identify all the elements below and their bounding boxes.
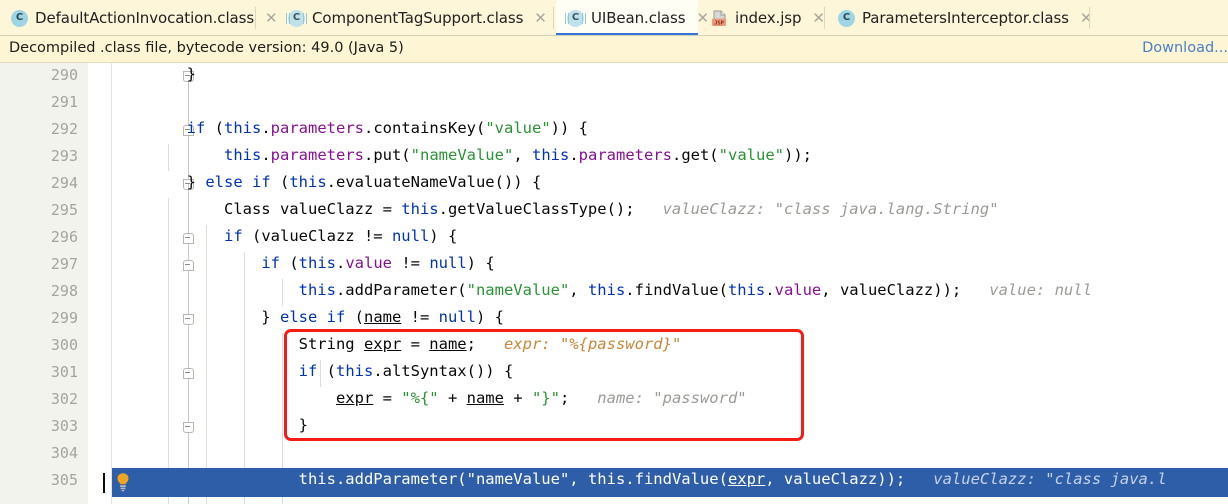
code-line[interactable]: if (this.parameters.containsKey("value")… — [112, 117, 1228, 144]
code-line[interactable] — [112, 90, 1228, 117]
text-caret — [103, 473, 105, 493]
line-number: 293 — [50, 147, 78, 165]
line-number: 296 — [50, 228, 78, 246]
tab-label: UIBean.class — [591, 9, 686, 27]
inlay-hint: name: "password" — [597, 389, 747, 407]
close-icon[interactable]: ✕ — [265, 10, 278, 26]
tab-defaultactioninvocation-class[interactable]: C DefaultActionInvocation.class ✕ — [0, 0, 278, 36]
code-folding-gutter[interactable] — [88, 63, 194, 504]
code-surface[interactable]: } if (this.parameters.containsKey("value… — [103, 63, 1228, 504]
inlay-hint: valueClazz: "class java.lang.String" — [662, 200, 999, 218]
tab-divider — [1089, 7, 1090, 29]
code-line[interactable]: } — [112, 63, 1228, 90]
line-number: 297 — [50, 255, 78, 273]
line-number: 294 — [50, 174, 78, 192]
line-number: 291 — [50, 93, 78, 111]
line-number: 303 — [50, 417, 78, 435]
code-line[interactable]: expr = "%{" + name + "}"; name: "passwor… — [112, 387, 1228, 414]
code-line[interactable]: if (valueClazz != null) { — [112, 225, 1228, 252]
tab-label: ParametersInterceptor.class — [862, 9, 1069, 27]
code-line-text: String expr = name; expr: "%{password}" — [112, 335, 682, 353]
line-number: 305 — [50, 471, 78, 489]
line-number: 299 — [50, 309, 78, 327]
download-sources-link[interactable]: Download... — [1142, 40, 1228, 56]
tab-label: ComponentTagSupport.class — [312, 9, 524, 27]
line-number: 302 — [50, 390, 78, 408]
code-line-text: expr = "%{" + name + "}"; name: "passwor… — [335, 389, 747, 407]
code-line-text: } else if (this.evaluateNameValue()) { — [112, 173, 542, 191]
close-icon[interactable]: ✕ — [534, 10, 547, 26]
java-class-icon: C — [838, 9, 855, 27]
line-number: 300 — [50, 336, 78, 354]
code-line-text: Class valueClazz = this.getValueClassTyp… — [112, 200, 999, 218]
tab-label: index.jsp — [735, 9, 802, 27]
java-class-decompiled-icon: C — [565, 9, 586, 27]
code-line[interactable]: String expr = name; expr: "%{password}" — [112, 333, 1228, 360]
code-line-text: } — [112, 65, 196, 83]
code-line-text: if (valueClazz != null) { — [223, 227, 458, 245]
tab-uibean-class[interactable]: C UIBean.class ✕ — [556, 0, 709, 36]
code-line-selected[interactable]: this.addParameter("nameValue", this.find… — [112, 468, 1228, 497]
code-line-text: } else if (name != null) { — [112, 308, 504, 326]
tab-index-jsp[interactable]: JSP index.jsp ✕ — [700, 0, 825, 36]
code-line-text: } — [112, 416, 308, 434]
line-number-gutter: 290 291 292 293 294 295 296 297 298 299 … — [0, 63, 88, 504]
code-line-text: if (this.parameters.containsKey("value")… — [186, 119, 588, 137]
code-line[interactable]: if (this.value != null) { — [112, 252, 1228, 279]
decompiled-notification-bar: Decompiled .class file, bytecode version… — [0, 36, 1228, 63]
code-line[interactable]: this.addParameter("nameValue", this.find… — [112, 279, 1228, 306]
line-number: 304 — [50, 444, 78, 462]
line-number: 298 — [50, 282, 78, 300]
code-line-text: this.parameters.put("nameValue", this.pa… — [223, 146, 812, 164]
tab-divider — [824, 7, 825, 29]
inlay-hint: valueClazz: "class java.l — [933, 470, 1167, 488]
code-line[interactable]: this.parameters.put("nameValue", this.pa… — [112, 144, 1228, 171]
code-line-text: this.addParameter("nameValue", this.find… — [298, 470, 1167, 488]
line-number: 292 — [50, 120, 78, 138]
jsp-file-icon: JSP — [711, 10, 728, 27]
code-line-text: this.addParameter("nameValue", this.find… — [298, 281, 1092, 299]
tab-divider — [255, 7, 256, 29]
intention-bulb-icon[interactable] — [114, 472, 132, 492]
code-line[interactable] — [112, 441, 1228, 468]
tab-label: DefaultActionInvocation.class — [35, 9, 255, 27]
code-line-text: if (this.value != null) { — [261, 254, 495, 272]
code-line[interactable]: Class valueClazz = this.getValueClassTyp… — [112, 198, 1228, 225]
java-class-icon: C — [11, 9, 28, 27]
close-icon[interactable]: ✕ — [1080, 10, 1093, 26]
line-number: 295 — [50, 201, 78, 219]
inlay-hint-highlighted: expr: "%{password}" — [503, 335, 682, 353]
code-line[interactable]: if (this.altSyntax()) { — [112, 360, 1228, 387]
line-number: 301 — [50, 363, 78, 381]
code-line[interactable]: } else if (name != null) { — [112, 306, 1228, 333]
code-line[interactable]: } — [112, 414, 1228, 441]
code-line-text: if (this.altSyntax()) { — [298, 362, 514, 380]
tab-componenttagsupport-class[interactable]: C ComponentTagSupport.class ✕ — [277, 0, 554, 36]
code-editor[interactable]: 290 291 292 293 294 295 296 297 298 299 … — [0, 63, 1228, 504]
notification-message: Decompiled .class file, bytecode version… — [9, 40, 404, 56]
tab-parametersinterceptor-class[interactable]: C ParametersInterceptor.class ✕ — [827, 0, 1093, 36]
editor-tab-bar: C DefaultActionInvocation.class ✕ C Comp… — [0, 0, 1228, 36]
inlay-hint: value: null — [989, 281, 1092, 299]
editor-window: C DefaultActionInvocation.class ✕ C Comp… — [0, 0, 1228, 504]
java-class-decompiled-icon: C — [286, 9, 307, 27]
svg-text:JSP: JSP — [714, 20, 724, 26]
line-number: 290 — [50, 66, 78, 84]
code-line[interactable]: } else if (this.evaluateNameValue()) { — [112, 171, 1228, 198]
tab-divider — [553, 7, 554, 29]
